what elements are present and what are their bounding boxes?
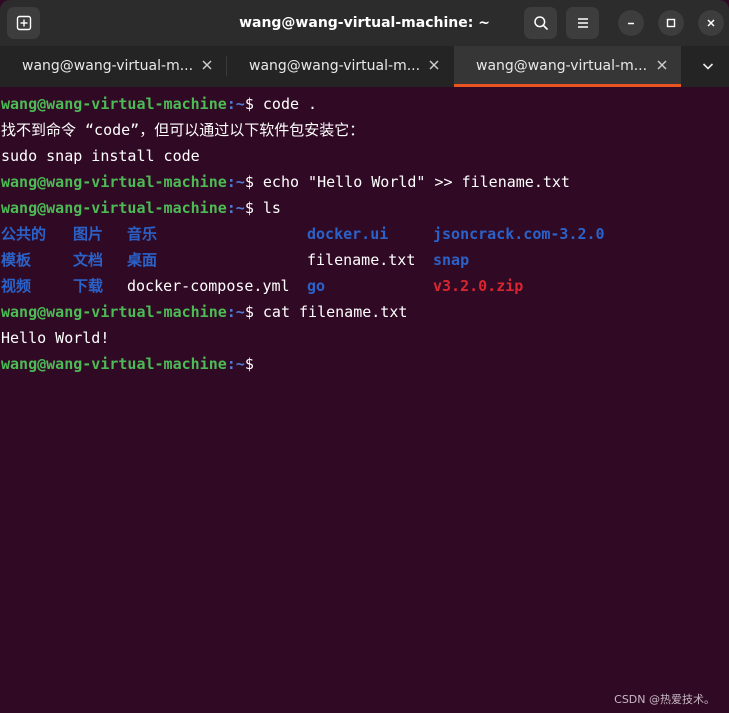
prompt-path: :~ [226,95,245,113]
prompt-user: wang@wang-virtual-machine [1,95,227,113]
command-text: ls [262,199,281,217]
tabs-overflow-button[interactable] [698,58,718,76]
search-icon [533,16,548,30]
new-tab-icon [16,15,31,31]
terminal-line: wang@wang-virtual-machine:~$ ls [0,199,729,225]
maximize-button[interactable] [658,10,684,36]
ls-row: 模板 文档 桌面 filename.txt snap [0,251,729,277]
title-bar: wang@wang-virtual-machine: ~ [0,0,729,46]
prompt-user: wang@wang-virtual-machine [1,355,227,373]
prompt-path: :~ [226,199,245,217]
prompt-path: :~ [226,355,245,373]
ls-entry: snap [433,251,470,269]
tab-label: wang@wang-virtual-m... [249,58,421,74]
prompt-path: :~ [226,303,245,321]
ls-entry: 视频 [1,277,32,295]
command-text: cat filename.txt [262,303,408,321]
tab-2[interactable]: wang@wang-virtual-m... [227,46,453,87]
command-text: code . [262,95,318,113]
command-text: echo "Hello World" >> filename.txt [262,173,570,191]
ls-entry: filename.txt [307,251,416,269]
prompt-symbol: $ [244,355,263,373]
chevron-down-icon [702,63,714,70]
hamburger-menu-icon [577,18,588,28]
prompt-symbol: $ [244,199,263,217]
minimize-button[interactable] [618,10,644,36]
prompt-symbol: $ [244,95,263,113]
ls-entry: go [307,277,326,295]
ls-entry: 公共的 [1,225,47,243]
search-button[interactable] [524,7,557,39]
close-icon[interactable] [199,57,215,73]
terminal-line: Hello World! [0,329,729,355]
watermark: CSDN @热爱技术。 [614,693,715,706]
ls-entry: v3.2.0.zip [433,277,524,295]
ls-entry: 桌面 [127,251,158,269]
prompt-user: wang@wang-virtual-machine [1,199,227,217]
tab-label: wang@wang-virtual-m... [22,58,194,74]
tab-1[interactable]: wang@wang-virtual-m... [0,46,226,87]
ls-entry: 音乐 [127,225,158,243]
terminal-line-current: wang@wang-virtual-machine:~$ [0,355,729,381]
ls-entry: 文档 [73,251,104,269]
ls-entry: 下载 [73,277,104,295]
ls-entry: 模板 [1,251,32,269]
new-tab-button[interactable] [7,7,40,39]
output-text: 找不到命令 “code”，但可以通过以下软件包安装它： [1,121,365,139]
terminal-line: wang@wang-virtual-machine:~$ code . [0,95,729,121]
prompt-symbol: $ [244,303,263,321]
terminal-line: 找不到命令 “code”，但可以通过以下软件包安装它： [0,121,729,147]
tab-bar: wang@wang-virtual-m... wang@wang-virtual… [0,46,729,87]
close-icon[interactable] [654,57,670,73]
terminal-line: wang@wang-virtual-machine:~$ cat filenam… [0,303,729,329]
prompt-user: wang@wang-virtual-machine [1,303,227,321]
ls-entry: 图片 [73,225,104,243]
prompt-user: wang@wang-virtual-machine [1,173,227,191]
ls-row: 视频 下载 docker-compose.yml go v3.2.0.zip [0,277,729,303]
prompt-path: :~ [226,173,245,191]
ls-entry: jsoncrack.com-3.2.0 [433,225,605,243]
terminal-output[interactable]: wang@wang-virtual-machine:~$ code . 找不到命… [0,87,729,713]
output-text: Hello World! [1,329,110,347]
prompt-symbol: $ [244,173,263,191]
minimize-icon [628,22,634,25]
close-button[interactable] [698,10,724,36]
ls-row: 公共的 图片 音乐 docker.ui jsoncrack.com-3.2.0 [0,225,729,251]
tab-label: wang@wang-virtual-m... [476,58,648,74]
ls-entry: docker.ui [307,225,389,243]
terminal-line: wang@wang-virtual-machine:~$ echo "Hello… [0,173,729,199]
close-icon[interactable] [426,57,442,73]
ls-entry: docker-compose.yml [127,277,290,295]
maximize-icon [666,18,676,28]
menu-button[interactable] [566,7,599,39]
terminal-line: sudo snap install code [0,147,729,173]
output-text: sudo snap install code [1,147,200,165]
close-icon [707,19,715,27]
tab-3-active[interactable]: wang@wang-virtual-m... [454,46,681,87]
